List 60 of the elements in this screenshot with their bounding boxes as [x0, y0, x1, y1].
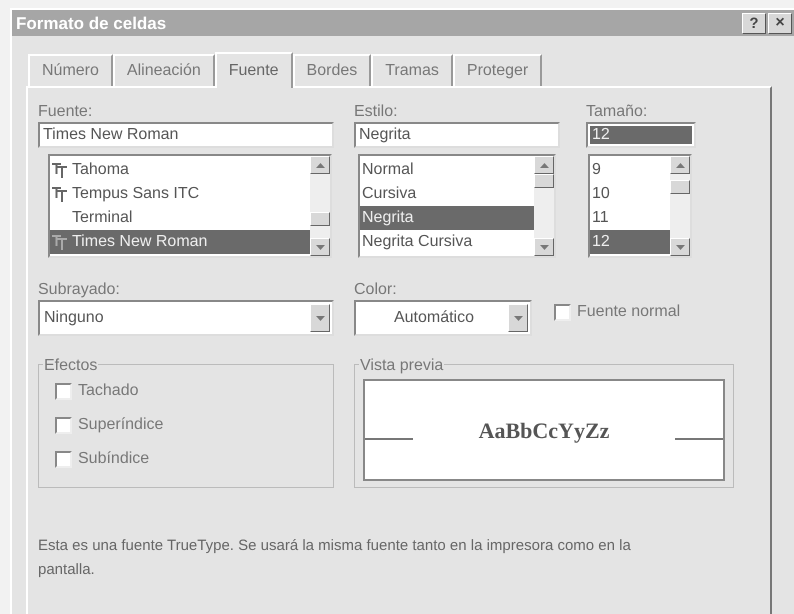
baseline-line	[365, 438, 413, 440]
text-field[interactable]: 12	[586, 122, 696, 148]
truetype-icon	[52, 162, 68, 178]
checkbox-label: Superíndice	[78, 415, 164, 435]
dropdown[interactable]: Automático	[354, 300, 532, 336]
field-label: Tamaño:	[586, 102, 648, 120]
checkbox-label: Subíndice	[78, 449, 150, 469]
up-arrow-icon	[676, 162, 684, 168]
list-item[interactable]: Cursiva	[360, 182, 534, 206]
caret-icon	[514, 316, 522, 320]
checkbox[interactable]	[554, 304, 571, 320]
field-label: Fuente:	[38, 102, 94, 120]
tab[interactable]: Bordes	[292, 54, 372, 86]
scroll-thumb[interactable]	[670, 180, 690, 194]
tab[interactable]: Tramas	[371, 54, 453, 86]
window-title: Formato de celdas	[16, 14, 166, 32]
list-item[interactable]: Negrita	[360, 206, 534, 230]
list-item[interactable]: Normal	[360, 158, 534, 182]
checkbox-label: Tachado	[78, 381, 138, 401]
list-item[interactable]: Terminal	[50, 206, 310, 230]
list-item[interactable]: 11	[590, 206, 670, 230]
caret-icon	[316, 316, 324, 320]
dropdown[interactable]: Ninguno	[38, 300, 334, 336]
baseline-line	[675, 438, 723, 440]
text-field[interactable]: Negrita	[354, 122, 560, 148]
truetype-icon	[52, 234, 68, 250]
list-item[interactable]: Times New Roman	[50, 230, 310, 254]
list-item[interactable]: 9	[590, 158, 670, 182]
scroll-thumb[interactable]	[310, 212, 330, 226]
list-item[interactable]: Tempus Sans ITC	[50, 182, 310, 206]
up-arrow-icon	[540, 162, 548, 168]
down-arrow-icon	[676, 244, 684, 250]
text-field[interactable]: Times New Roman	[38, 122, 334, 148]
field-label: Color:	[354, 280, 398, 298]
info-text: Esta es una fuente TrueType. Se usará la misma fuente tanto en la impresora como en la pantalla.	[38, 536, 632, 580]
checkbox[interactable]	[55, 450, 72, 468]
field-label: Estilo:	[354, 102, 399, 120]
tab[interactable]: Alineación	[112, 54, 215, 86]
checkbox[interactable]	[55, 382, 72, 400]
tab[interactable]: Fuente	[214, 52, 293, 88]
down-arrow-icon	[540, 244, 548, 250]
scrollbar[interactable]	[310, 156, 330, 256]
truetype-icon	[52, 186, 68, 202]
list-item[interactable]: Negrita Cursiva	[360, 230, 534, 254]
checkbox[interactable]	[55, 416, 72, 434]
scroll-thumb[interactable]	[534, 174, 554, 188]
tab[interactable]: Número	[28, 54, 113, 86]
close-button[interactable]: ×	[768, 12, 792, 34]
up-arrow-icon	[316, 162, 324, 168]
checkbox-label: Fuente normal	[577, 302, 680, 322]
scrollbar[interactable]	[670, 156, 690, 256]
list-item[interactable]: Tahoma	[50, 158, 310, 182]
list-item[interactable]: 12	[590, 230, 670, 254]
list-item[interactable]: 10	[590, 182, 670, 206]
down-arrow-icon	[316, 244, 324, 250]
preview-sample: AaBbCcYyZz	[478, 416, 610, 445]
field-label: Subrayado:	[38, 280, 121, 298]
tab[interactable]: Proteger	[452, 54, 542, 86]
scrollbar[interactable]	[534, 156, 554, 256]
help-button[interactable]: ?	[742, 12, 766, 34]
